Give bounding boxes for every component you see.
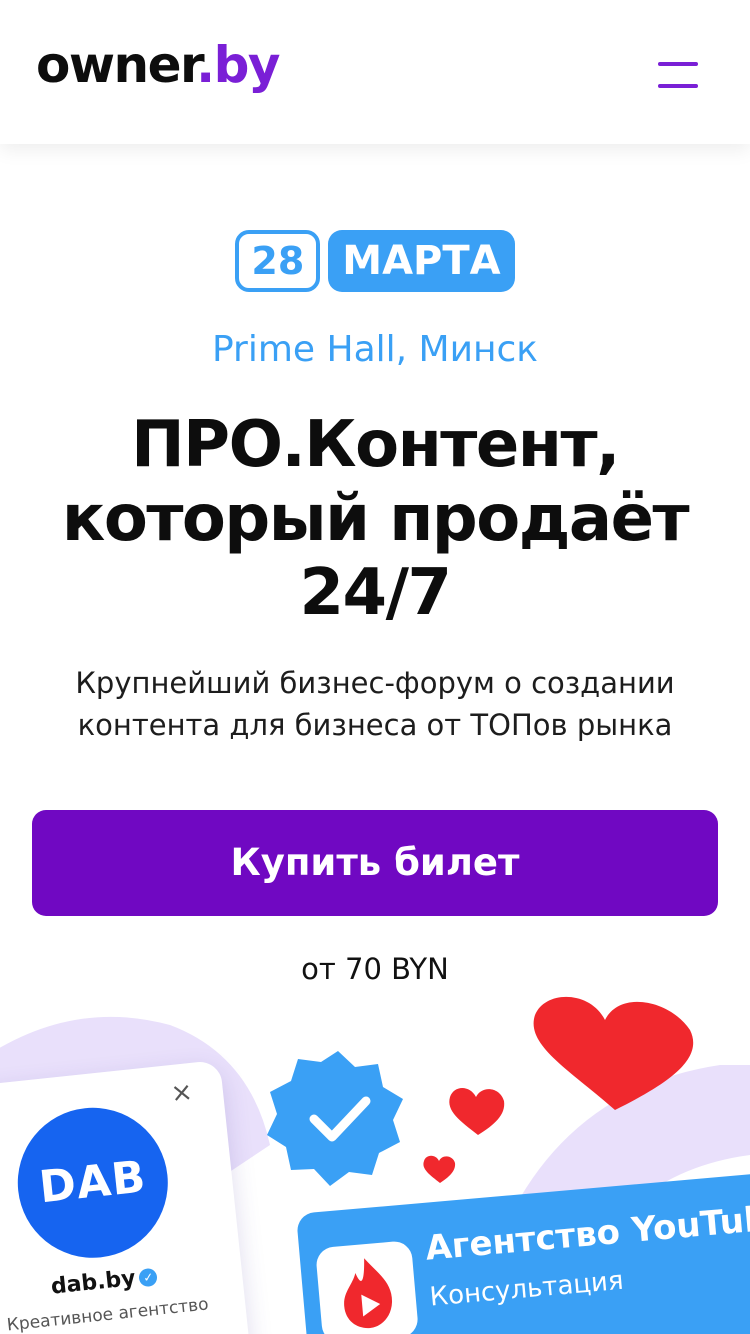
hamburger-icon-line-bottom [658,84,698,88]
buy-ticket-button[interactable]: Купить билет [32,810,718,916]
heart-icon-small [423,1155,456,1183]
event-title-line-3: 24/7 [299,556,452,630]
youtube-agency-subtitle: Консультация [428,1265,625,1313]
verified-icon: ✓ [138,1267,159,1288]
event-title: ПРО.Контент, который продаёт 24/7 [0,408,750,630]
ticket-price: от 70 BYN [301,952,449,986]
event-subtitle: Крупнейший бизнес-форум о создании конте… [0,662,750,746]
agency-profile-card: × DAB dab.by ✓ Креативное агентство [0,1059,251,1334]
logo-name: owner [36,36,198,94]
logo-domain: .by [196,36,280,94]
youtube-agency-title: Агентство YouTube [423,1196,750,1269]
event-day-badge: 28 [235,230,321,292]
hamburger-icon-line-top [658,62,698,66]
event-date: 28 МАРТА [0,230,750,292]
site-header: owner.by [0,0,750,144]
event-title-line-2: который продаёт [61,482,690,556]
menu-button[interactable] [646,58,710,94]
youtube-fire-icon [315,1240,420,1334]
event-subtitle-line-1: Крупнейший бизнес-форум о создании [75,666,675,700]
site-logo[interactable]: owner.by [36,40,280,90]
agency-name-text: dab.by [49,1265,137,1300]
event-month-badge: МАРТА [328,230,515,292]
event-subtitle-line-2: контента для бизнеса от ТОПов рынка [77,708,673,742]
event-title-line-1: ПРО.Контент, [131,408,620,482]
verified-badge-icon [267,1051,403,1186]
dab-logo: DAB [10,1100,176,1266]
event-venue: Prime Hall, Минск [211,329,539,370]
close-icon: × [169,1076,195,1110]
heart-icon-medium [449,1088,505,1135]
